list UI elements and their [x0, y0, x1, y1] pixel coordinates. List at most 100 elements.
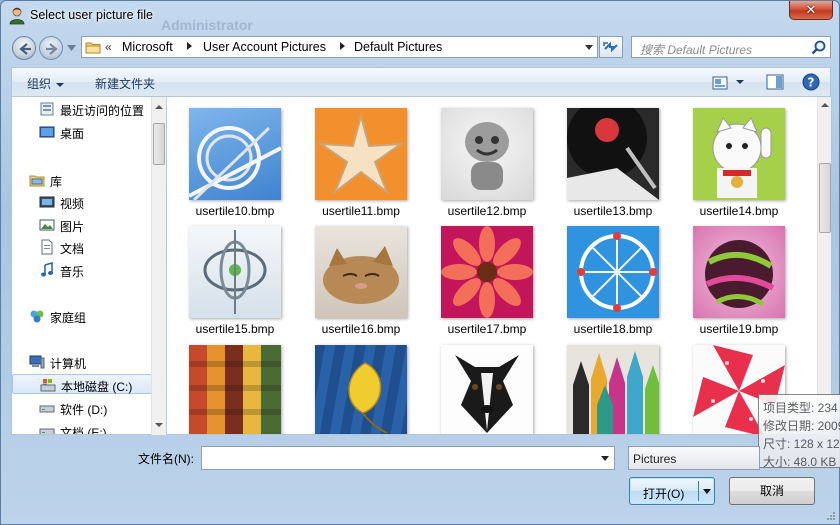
navigation-pane-scrollbar[interactable] — [151, 97, 166, 435]
robot-toy-thumbnail — [441, 108, 533, 200]
open-options-dropdown-icon[interactable] — [703, 489, 711, 494]
pictures-icon — [39, 219, 55, 231]
back-arrow-icon — [19, 43, 31, 55]
file-list[interactable]: usertile10.bmp usertile11.bmp usertile12… — [167, 97, 817, 435]
nav-item-desktop[interactable]: 桌面 — [39, 122, 157, 142]
flower-thumbnail — [441, 226, 533, 318]
tooltip-item-type: 项目类型: 234 — [763, 401, 838, 415]
forward-button[interactable] — [39, 36, 63, 60]
nav-item-videos[interactable]: 视频 — [39, 192, 157, 212]
file-item[interactable]: usertile19.bmp — [679, 216, 785, 336]
breadcrumb-separator-icon[interactable] — [340, 42, 345, 50]
starfish-thumbnail — [315, 108, 407, 200]
command-bar: 组织 新建文件夹 ? — [11, 67, 831, 97]
music-icon — [41, 262, 53, 277]
file-name: usertile15.bmp — [195, 322, 275, 336]
drive-icon — [39, 428, 55, 434]
address-overflow-chevrons[interactable]: « — [105, 40, 112, 54]
nav-item-recent-places[interactable]: 最近访问的位置 — [39, 99, 157, 119]
file-info-tooltip: 项目类型: 234 修改日期: 2009 尺寸: 128 x 12 大小: 48… — [758, 394, 840, 468]
new-folder-button[interactable]: 新建文件夹 — [95, 75, 155, 92]
folder-icon — [85, 42, 101, 54]
file-list-scrollbar[interactable] — [817, 97, 832, 435]
nav-item-music[interactable]: 音乐 — [39, 260, 157, 280]
woven-fabric-thumbnail — [189, 345, 281, 434]
nav-item-local-disk-c[interactable]: 本地磁盘 (C:) — [12, 374, 162, 394]
open-button[interactable]: 打开(O) — [629, 477, 715, 505]
file-item[interactable] — [175, 335, 281, 434]
organize-dropdown-icon — [56, 82, 65, 87]
gyroscope-thumbnail — [189, 226, 281, 318]
scroll-up-icon[interactable] — [155, 105, 163, 109]
filename-field[interactable] — [201, 446, 615, 470]
nav-item-homegroup[interactable]: 家庭组 — [29, 306, 157, 326]
nav-item-drive-d[interactable]: 软件 (D:) — [39, 398, 157, 418]
breadcrumb-default-pictures[interactable]: Default Pictures — [354, 40, 442, 54]
back-button[interactable] — [12, 36, 36, 60]
scrollbar-thumb[interactable] — [819, 163, 831, 233]
refresh-icon — [603, 41, 618, 53]
file-item[interactable]: usertile13.bmp — [553, 98, 659, 218]
address-history-dropdown-icon[interactable] — [585, 45, 593, 50]
breadcrumb-microsoft[interactable]: Microsoft — [122, 40, 173, 54]
local-disk-icon — [40, 379, 56, 392]
leaf-thumbnail — [315, 345, 407, 434]
file-item[interactable]: usertile10.bmp — [175, 98, 281, 218]
nav-item-documents[interactable]: 文档 — [39, 237, 157, 257]
file-item[interactable]: usertile11.bmp — [301, 98, 407, 218]
file-name: usertile17.bmp — [447, 322, 527, 336]
file-item[interactable] — [301, 335, 407, 434]
title-bar[interactable]: Select user picture file Administrator ✕ — [1, 1, 839, 33]
file-item[interactable]: usertile14.bmp — [679, 98, 785, 218]
scroll-down-icon[interactable] — [155, 423, 163, 427]
computer-icon — [29, 355, 45, 369]
recent-pages-dropdown-icon[interactable] — [67, 45, 76, 51]
navigation-pane[interactable]: 最近访问的位置 桌面 库 视频 图片 文档 音乐 家庭组 计算机 本地磁盘 (C… — [11, 97, 166, 435]
organize-button[interactable]: 组织 — [27, 75, 65, 92]
filename-label: 文件名(N): — [138, 452, 194, 466]
scroll-up-icon[interactable] — [821, 103, 829, 107]
address-bar[interactable]: « Microsoft User Account Pictures Defaul… — [81, 36, 598, 58]
nav-item-computer[interactable]: 计算机 — [29, 352, 157, 372]
libraries-icon — [29, 175, 45, 187]
file-name: usertile19.bmp — [699, 322, 779, 336]
scrollbar-thumb[interactable] — [153, 123, 165, 165]
search-box[interactable]: 搜索 Default Pictures — [631, 36, 831, 58]
search-icon[interactable] — [811, 40, 826, 55]
record-player-thumbnail — [567, 108, 659, 200]
nav-item-drive-e[interactable]: 文档 (E:) — [39, 421, 157, 434]
help-icon[interactable]: ? — [802, 73, 820, 91]
close-icon: ✕ — [805, 2, 817, 17]
file-item[interactable]: usertile16.bmp — [301, 216, 407, 336]
nav-item-libraries[interactable]: 库 — [29, 170, 157, 190]
file-item[interactable] — [553, 335, 659, 434]
filename-history-dropdown-icon[interactable] — [601, 456, 609, 461]
tooltip-date-modified: 修改日期: 2009 — [763, 419, 840, 433]
breadcrumb-user-account-pictures[interactable]: User Account Pictures — [203, 40, 326, 54]
dialog-window: Select user picture file Administrator ✕… — [0, 0, 840, 525]
organize-label: 组织 — [27, 77, 52, 91]
view-options-dropdown-icon[interactable] — [736, 80, 744, 84]
cancel-button[interactable]: 取消 — [729, 477, 815, 505]
file-item[interactable] — [427, 335, 533, 434]
crayons-thumbnail — [567, 345, 659, 434]
close-button[interactable]: ✕ — [789, 1, 833, 20]
rollercoaster-thumbnail — [189, 108, 281, 200]
search-input[interactable]: 搜索 Default Pictures — [640, 41, 752, 58]
preview-pane-icon[interactable] — [766, 74, 784, 90]
dog-thumbnail — [441, 345, 533, 434]
file-item[interactable]: usertile12.bmp — [427, 98, 533, 218]
file-item[interactable]: usertile18.bmp — [553, 216, 659, 336]
ball-thumbnail — [693, 226, 785, 318]
file-item[interactable]: usertile17.bmp — [427, 216, 533, 336]
open-button-label: 打开(O) — [643, 487, 685, 501]
videos-icon — [39, 196, 55, 208]
change-view-icon[interactable] — [712, 76, 728, 90]
file-item[interactable]: usertile15.bmp — [175, 216, 281, 336]
breadcrumb-separator-icon[interactable] — [187, 42, 192, 50]
documents-icon — [41, 239, 53, 255]
refresh-button[interactable] — [599, 36, 623, 58]
nav-item-pictures[interactable]: 图片 — [39, 215, 157, 235]
resize-grip-icon[interactable] — [825, 510, 835, 520]
file-type-filter[interactable]: Pictures — [628, 446, 760, 470]
